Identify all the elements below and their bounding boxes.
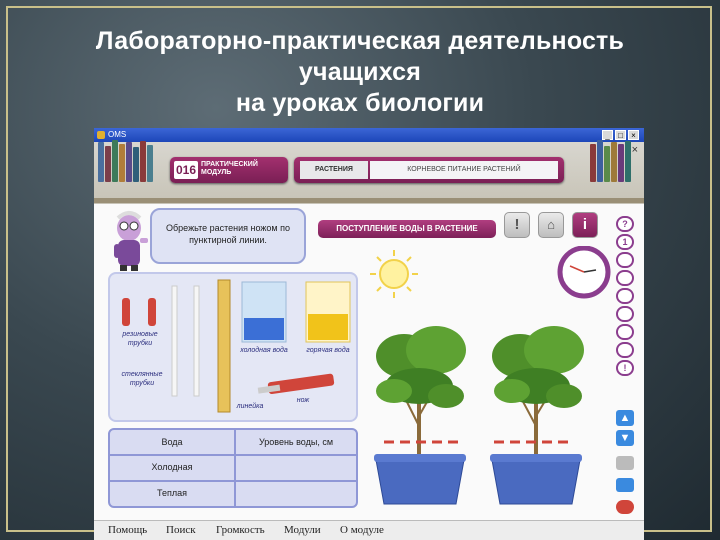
step-button[interactable]: 1 bbox=[616, 234, 634, 250]
module-label-line: ПРАКТИЧЕСКИЙ bbox=[201, 161, 258, 168]
table-header: Уровень воды, см bbox=[258, 437, 334, 447]
slide-title-line: Лабораторно-практическая деятельность bbox=[95, 27, 625, 55]
table-header: Вода bbox=[161, 437, 183, 447]
step-button[interactable] bbox=[616, 252, 634, 268]
sun-icon bbox=[370, 250, 418, 298]
label-ruler: линейка bbox=[236, 403, 264, 410]
slide-title-line: учащихся bbox=[298, 58, 422, 86]
breadcrumb-section[interactable]: РАСТЕНИЯ bbox=[300, 161, 368, 179]
menu-about[interactable]: О модуле bbox=[340, 524, 384, 536]
alert-button[interactable]: ! bbox=[504, 212, 530, 238]
settings-icon[interactable] bbox=[616, 456, 634, 470]
equipment-panel: резиновые трубки стеклянные трубки холод… bbox=[108, 272, 358, 422]
arrow-up-icon[interactable]: ▲ bbox=[616, 410, 634, 426]
app-logo-icon bbox=[97, 131, 105, 139]
step-button[interactable] bbox=[616, 342, 634, 358]
label-rubber-tubes: резиновые трубки bbox=[122, 331, 158, 347]
home-button[interactable]: ⌂ bbox=[538, 212, 564, 238]
instruction-bubble: Обрежьте растения ножом по пунктирной ли… bbox=[150, 208, 306, 264]
label-glass-tubes: стеклянные трубки bbox=[121, 371, 163, 387]
app-window: OMS _ □ × × 016 ПРАКТИЧЕСКИЙ МОДУЛЬ РАСТ… bbox=[94, 128, 644, 540]
menu-help[interactable]: Помощь bbox=[108, 524, 147, 536]
professor-mascot-icon bbox=[114, 211, 148, 271]
step-button[interactable] bbox=[616, 306, 634, 322]
window-titlebar: OMS _ □ × bbox=[94, 128, 644, 142]
home-icon: ⌂ bbox=[547, 217, 555, 232]
module-badge[interactable]: 016 ПРАКТИЧЕСКИЙ МОДУЛЬ bbox=[170, 157, 288, 183]
label-hot-water: горячая вода bbox=[306, 347, 350, 354]
slide-title-line: на уроках биологии bbox=[235, 89, 485, 117]
label-cold-water: холодная вода bbox=[240, 347, 288, 354]
experiment-title-button[interactable]: ПОСТУПЛЕНИЕ ВОДЫ В РАСТЕНИЕ bbox=[318, 220, 496, 238]
minimize-button[interactable]: _ bbox=[602, 130, 613, 140]
module-label-line: МОДУЛЬ bbox=[201, 169, 232, 176]
module-label: ПРАКТИЧЕСКИЙ МОДУЛЬ bbox=[201, 161, 258, 177]
camera-icon[interactable] bbox=[616, 478, 634, 492]
step-button[interactable] bbox=[616, 324, 634, 340]
table-row-label: Холодная bbox=[151, 462, 193, 472]
shelf-line bbox=[94, 198, 644, 203]
books-left-decoration bbox=[98, 140, 154, 182]
alert-icon: ! bbox=[514, 216, 520, 233]
inner-close-button[interactable]: × bbox=[632, 144, 638, 156]
results-table: Вода Уровень воды, см Холодная Теплая bbox=[108, 428, 358, 508]
plant-right bbox=[490, 326, 584, 505]
menu-volume[interactable]: Громкость bbox=[216, 524, 265, 536]
menu-search[interactable]: Поиск bbox=[166, 524, 196, 536]
step-alert-button[interactable]: ! bbox=[616, 360, 634, 376]
menu-modules[interactable]: Модули bbox=[284, 524, 321, 536]
slide-title: Лабораторно-практическая деятельность уч… bbox=[0, 26, 720, 119]
step-help-button[interactable]: ? bbox=[616, 216, 634, 232]
label-knife: нож bbox=[296, 397, 310, 404]
breadcrumb-topic[interactable]: КОРНЕВОЕ ПИТАНИЕ РАСТЕНИЙ bbox=[370, 161, 558, 179]
exit-icon[interactable] bbox=[616, 500, 634, 514]
breadcrumb: РАСТЕНИЯ КОРНЕВОЕ ПИТАНИЕ РАСТЕНИЙ bbox=[294, 157, 564, 183]
step-button[interactable] bbox=[616, 288, 634, 304]
experiment-scene bbox=[370, 246, 611, 505]
info-icon: i bbox=[582, 216, 588, 233]
plant-left bbox=[374, 326, 466, 505]
close-button[interactable]: × bbox=[628, 130, 639, 140]
module-number: 016 bbox=[174, 161, 198, 179]
maximize-button[interactable]: □ bbox=[615, 130, 626, 140]
bottom-menu: Помощь Поиск Громкость Модули О модуле bbox=[94, 520, 644, 540]
clock-icon bbox=[557, 246, 611, 299]
books-right-decoration bbox=[590, 140, 632, 182]
step-button[interactable] bbox=[616, 270, 634, 286]
arrow-down-icon[interactable]: ▼ bbox=[616, 430, 634, 446]
step-navigation: ? 1 ! ▲ ▼ bbox=[614, 216, 636, 514]
table-row-label: Теплая bbox=[156, 488, 187, 498]
info-button[interactable]: i bbox=[572, 212, 598, 238]
